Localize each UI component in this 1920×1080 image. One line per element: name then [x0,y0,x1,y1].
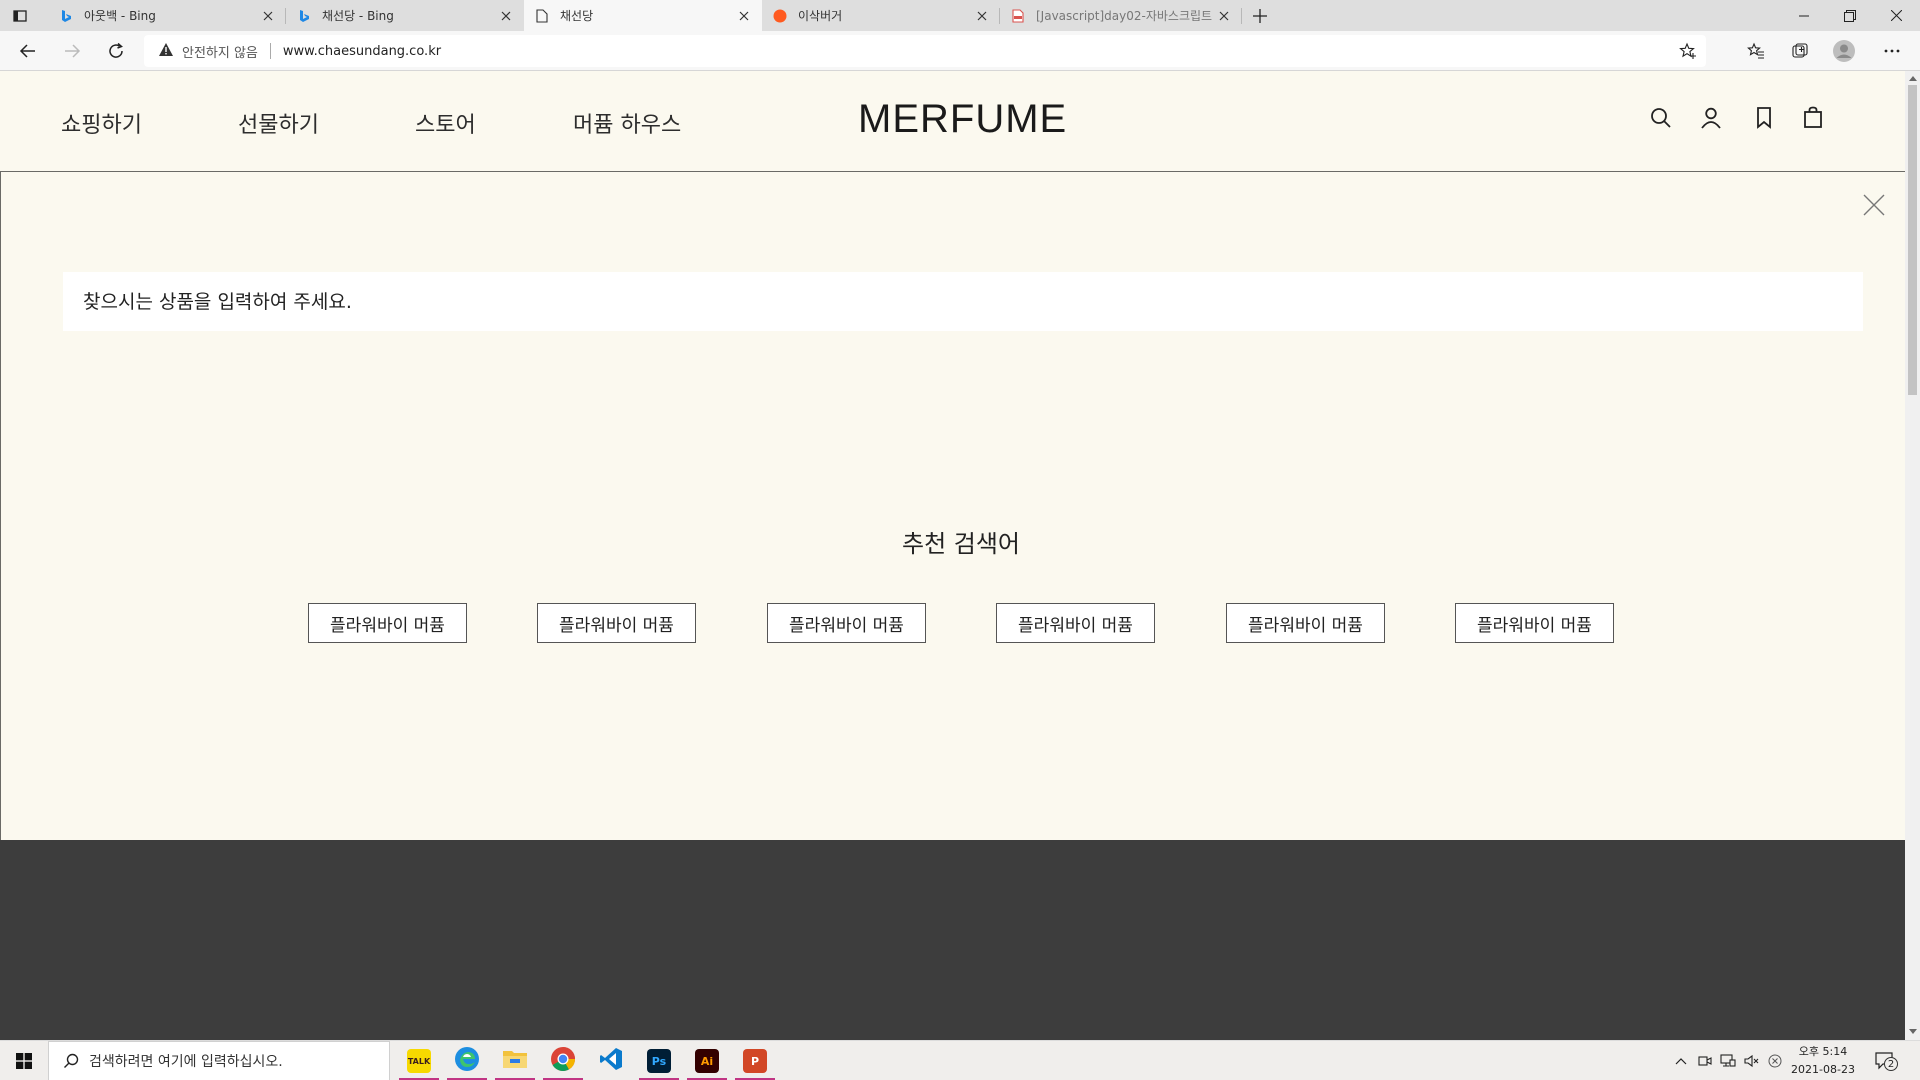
photoshop-app[interactable]: Ps [635,1041,683,1080]
page-footer-area [0,840,1905,1040]
keyword-button-2[interactable]: 플라워바이 머퓸 [537,603,696,643]
kakaotalk-icon: TALK [407,1049,431,1073]
photoshop-icon: Ps [647,1049,671,1073]
browser-tab-strip: 아웃백 - Bing 채선당 - Bing 채선당 이삭버거 [Javascri… [0,0,1920,31]
scrollbar-thumb[interactable] [1908,85,1917,395]
orange-circle-icon [772,8,788,24]
browser-tab-1[interactable]: 아웃백 - Bing [48,0,286,31]
notification-center-button[interactable]: 2 [1872,1049,1898,1073]
site-logo[interactable]: MERFUME [858,97,1067,142]
vscode-icon [599,1047,623,1075]
new-tab-button[interactable] [1249,5,1271,27]
tab-title: 이삭버거 [798,9,843,23]
tab-title: [Javascript]day02-자바스크립트 [1036,9,1213,23]
nav-store[interactable]: 스토어 [415,107,476,139]
taskbar-clock[interactable]: 오후 5:14 2021-08-23 [1788,1043,1858,1079]
scroll-down-arrow-icon[interactable] [1908,1027,1917,1036]
address-divider [269,43,271,59]
search-input[interactable] [83,290,1863,313]
user-icon[interactable] [1696,103,1726,133]
keyword-button-1[interactable]: 플라워바이 머퓸 [308,603,467,643]
tab-actions-icon[interactable] [10,6,36,26]
browser-tab-5[interactable]: [Javascript]day02-자바스크립트 [1000,0,1242,31]
clock-date: 2021-08-23 [1791,1063,1855,1076]
forward-button[interactable] [58,37,86,65]
more-menu-icon[interactable] [1878,37,1906,65]
keyword-button-5[interactable]: 플라워바이 머퓸 [1226,603,1385,643]
tab-title: 채선당 [560,9,594,23]
search-icon [63,1053,79,1069]
keyword-button-6[interactable]: 플라워바이 머퓸 [1455,603,1614,643]
restore-button[interactable] [1827,0,1873,31]
pdf-icon [1010,8,1026,24]
keyword-button-4[interactable]: 플라워바이 머퓸 [996,603,1155,643]
edge-icon [454,1046,480,1076]
powerpoint-icon: P [743,1049,767,1073]
notification-count-badge: 2 [1884,1057,1898,1071]
browser-tab-4[interactable]: 이삭버거 [762,0,1000,31]
nav-merfume-house[interactable]: 머퓸 하우스 [573,107,681,139]
search-overlay-panel: 추천 검색어 플라워바이 머퓸 플라워바이 머퓸 플라워바이 머퓸 플라워바이 … [0,172,1905,840]
address-bar[interactable]: 안전하지 않음 www.chaesundang.co.kr [144,35,1706,67]
back-button[interactable] [14,37,42,65]
close-tab-icon[interactable] [974,8,990,24]
volume-muted-icon[interactable] [1742,1051,1762,1071]
chevron-up-icon[interactable] [1671,1051,1691,1071]
close-tab-icon[interactable] [498,8,514,24]
powerpoint-app[interactable]: P [731,1041,779,1080]
page-viewport: 쇼핑하기 선물하기 스토어 머퓸 하우스 MERFUME 추천 검색어 플라워바… [0,71,1920,1040]
chrome-app[interactable] [539,1041,587,1080]
browser-tab-2[interactable]: 채선당 - Bing [286,0,524,31]
close-window-button[interactable] [1873,0,1919,31]
page-scrollbar[interactable] [1905,71,1920,1040]
clock-time: 오후 5:14 [1798,1045,1848,1058]
close-icon[interactable] [1858,189,1890,221]
illustrator-icon: Ai [695,1049,719,1073]
keyword-button-3[interactable]: 플라워바이 머퓸 [767,603,926,643]
nav-shopping[interactable]: 쇼핑하기 [61,107,142,139]
security-label[interactable]: 안전하지 않음 [182,42,258,61]
url-text[interactable]: www.chaesundang.co.kr [283,44,441,59]
windows-taskbar: 검색하려면 여기에 입력하십시오. TALK Ps Ai P 오후 5:14 2… [0,1040,1920,1080]
illustrator-app[interactable]: Ai [683,1041,731,1080]
tab-title: 아웃백 - Bing [84,9,156,23]
file-explorer-app[interactable] [491,1041,539,1080]
taskbar-search-box[interactable]: 검색하려면 여기에 입력하십시오. [48,1041,390,1080]
tab-divider [1241,8,1242,24]
add-favorite-icon[interactable] [1678,41,1698,61]
bookmark-icon[interactable] [1749,103,1779,133]
taskbar-search-placeholder: 검색하려면 여기에 입력하십시오. [89,1054,283,1070]
edge-app[interactable] [443,1041,491,1080]
page-icon [534,8,550,24]
favorites-icon[interactable] [1742,37,1770,65]
bing-icon [296,8,312,24]
browser-tab-3-active[interactable]: 채선당 [524,0,762,31]
vscode-app[interactable] [587,1041,635,1080]
collections-icon[interactable] [1786,37,1814,65]
tab-title: 채선당 - Bing [322,9,394,23]
close-tab-icon[interactable] [260,8,276,24]
scroll-up-arrow-icon[interactable] [1908,74,1917,83]
site-header: 쇼핑하기 선물하기 스토어 머퓸 하우스 MERFUME [0,71,1905,172]
recommended-keywords-title: 추천 검색어 [901,530,1021,558]
nav-gift[interactable]: 선물하기 [238,107,319,139]
kakaotalk-app[interactable]: TALK [395,1041,443,1080]
meet-now-icon[interactable] [1695,1051,1715,1071]
windows-start-button[interactable] [0,1041,48,1080]
bag-icon[interactable] [1798,103,1828,133]
search-box[interactable] [63,272,1863,331]
warning-icon[interactable] [158,42,174,61]
browser-toolbar: 안전하지 않음 www.chaesundang.co.kr [0,31,1920,71]
minimize-button[interactable] [1781,0,1827,31]
close-tab-icon[interactable] [736,8,752,24]
refresh-button[interactable] [102,37,130,65]
search-icon[interactable] [1646,103,1676,133]
profile-avatar[interactable] [1830,37,1858,65]
chrome-icon [550,1046,576,1076]
folder-icon [502,1048,528,1074]
close-tab-icon[interactable] [1216,8,1232,24]
status-x-icon[interactable] [1765,1051,1785,1071]
network-icon[interactable] [1718,1051,1738,1071]
bing-icon [58,8,74,24]
